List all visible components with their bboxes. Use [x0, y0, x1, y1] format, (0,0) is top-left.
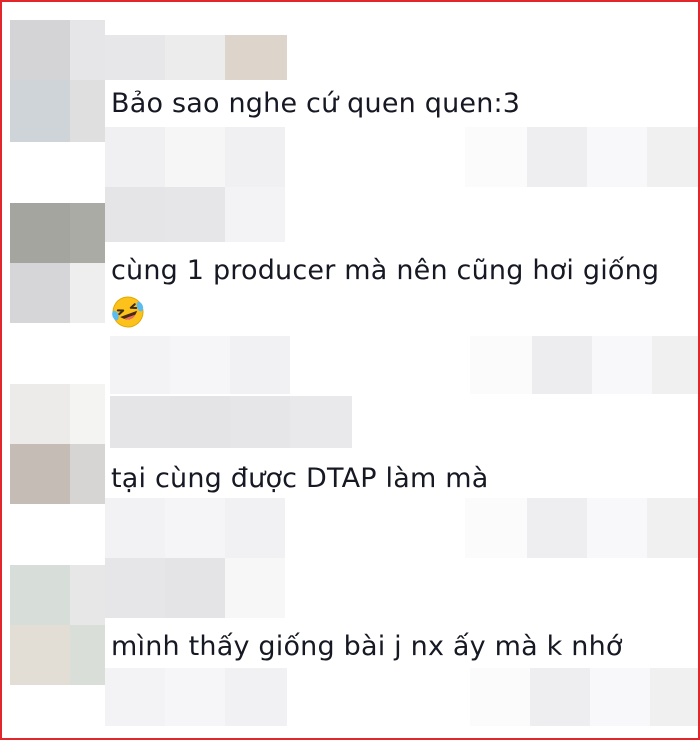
comment-text: mình thấy giống bài j nx ấy mà k nhớ	[111, 631, 623, 662]
comment-text: cùng 1 producer mà nên cũng hơi giống	[111, 255, 660, 286]
comment-text: tại cùng được DTAP làm mà	[111, 463, 489, 494]
laughing-tears-emoji	[112, 296, 144, 328]
comment-text: Bảo sao nghe cứ quen quen:3	[111, 88, 521, 119]
